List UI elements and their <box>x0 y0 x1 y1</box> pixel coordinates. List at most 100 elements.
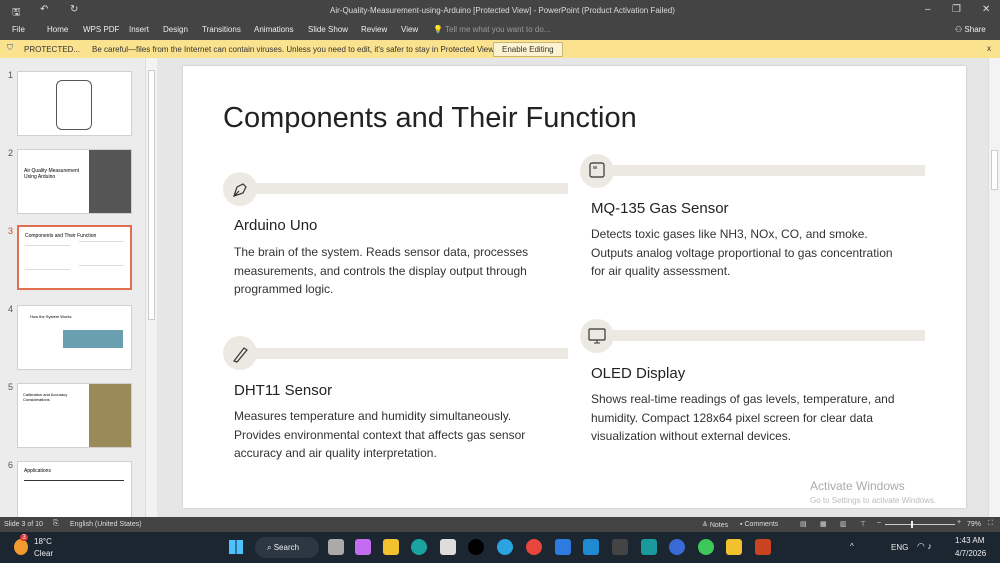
tab-view[interactable]: View <box>401 25 418 34</box>
app-icon[interactable] <box>612 539 628 555</box>
thumb-number: 3 <box>8 226 14 236</box>
slide-canvas: Components and Their Function Arduino Un… <box>183 66 966 508</box>
redo-icon[interactable]: ↻ <box>70 4 78 15</box>
app-icon[interactable] <box>669 539 685 555</box>
share-label: Share <box>964 25 986 34</box>
tab-animations[interactable]: Animations <box>254 25 294 34</box>
input-language[interactable]: ENG <box>891 543 908 552</box>
chrome-icon[interactable] <box>526 539 542 555</box>
notes-button[interactable]: ≜ Notes <box>702 521 728 529</box>
card-body: Measures temperature and humidity simult… <box>234 409 526 460</box>
protected-label: PROTECTED... <box>24 45 81 54</box>
thumb-title: Calibration and Accuracy Considerations <box>23 392 68 402</box>
fit-slide-icon[interactable]: ⛶ <box>988 520 993 528</box>
tray-chevron-icon[interactable]: ^ <box>850 542 854 551</box>
arduino-icon[interactable] <box>641 539 657 555</box>
wifi-volume-icon[interactable]: ◠ ♪ <box>917 541 932 552</box>
tab-wps-pdf[interactable]: WPS PDF <box>83 25 119 34</box>
zoom-slider[interactable] <box>885 521 955 528</box>
tab-insert[interactable]: Insert <box>129 25 149 34</box>
weather-icon[interactable] <box>14 539 28 555</box>
minimize-button[interactable]: – <box>925 4 931 15</box>
file-explorer-icon[interactable] <box>383 539 399 555</box>
slide-title: Components and Their Function <box>223 102 637 134</box>
thumb-number: 4 <box>8 304 14 314</box>
zoom-out-button[interactable]: – <box>877 519 881 526</box>
zoom-level[interactable]: 79% <box>967 521 981 528</box>
start-button[interactable] <box>229 540 243 554</box>
card-heading: OLED Display <box>591 365 686 382</box>
comments-label: Comments <box>744 521 779 528</box>
restore-button[interactable]: ❐ <box>952 4 961 15</box>
temperature: 18°C <box>34 537 52 546</box>
tab-design[interactable]: Design <box>163 25 188 34</box>
tell-me-placeholder: Tell me what you want to do... <box>445 25 551 34</box>
copilot-icon[interactable] <box>355 539 371 555</box>
shield-icon: ⛉ <box>7 43 13 52</box>
thermometer-icon <box>223 336 257 370</box>
card-heading: MQ-135 Gas Sensor <box>591 200 729 217</box>
activate-windows-watermark: Activate Windows <box>810 479 905 493</box>
spellcheck-icon[interactable]: ⎘ <box>53 520 59 528</box>
tab-file[interactable]: File <box>12 25 25 34</box>
zoom-in-button[interactable]: + <box>957 519 961 526</box>
language-status[interactable]: English (United States) <box>70 521 142 528</box>
slide-thumbnails-pane: 1 2 Air Quality Measurement Using Arduin… <box>0 58 145 526</box>
slideshow-icon[interactable]: ⊤ <box>860 520 866 528</box>
slide-thumbnail-4[interactable]: How the System Works <box>17 305 132 370</box>
edge-icon[interactable] <box>411 539 427 555</box>
lightbulb-icon: 💡 <box>433 25 443 34</box>
search-box[interactable]: ⌕ Search <box>255 537 319 558</box>
enable-editing-button[interactable]: Enable Editing <box>493 42 563 57</box>
vscode-icon[interactable] <box>583 539 599 555</box>
normal-view-icon[interactable]: ▤ <box>800 520 807 528</box>
store-icon[interactable] <box>440 539 456 555</box>
share-button[interactable]: ⚇ Share <box>955 25 986 34</box>
weather-badge: 3 <box>20 534 28 541</box>
close-button[interactable]: ✕ <box>982 4 990 15</box>
slide-thumbnail-1[interactable] <box>17 71 132 136</box>
task-view-icon[interactable] <box>328 539 344 555</box>
reading-view-icon[interactable]: ▥ <box>840 520 847 528</box>
protected-view-bar: ⛉ PROTECTED... Be careful—files from the… <box>0 40 1000 58</box>
tab-transitions[interactable]: Transitions <box>202 25 241 34</box>
clock-date[interactable]: 4/7/2026 <box>955 549 986 558</box>
app-icon[interactable] <box>555 539 571 555</box>
protected-message: Be careful—files from the Internet can c… <box>92 45 496 54</box>
telegram-icon[interactable] <box>497 539 513 555</box>
slide-thumbnail-5[interactable]: Calibration and Accuracy Considerations <box>17 383 132 448</box>
slide-thumbnail-2[interactable]: Air Quality Measurement Using Arduino <box>17 149 132 214</box>
card-divider <box>597 330 925 341</box>
powerpoint-icon[interactable] <box>755 539 771 555</box>
whatsapp-icon[interactable] <box>698 539 714 555</box>
tab-slide-show[interactable]: Slide Show <box>308 25 348 34</box>
clock-time[interactable]: 1:43 AM <box>955 536 984 545</box>
undo-icon[interactable]: ↶ <box>40 4 48 15</box>
power-bi-icon[interactable] <box>726 539 742 555</box>
weather-condition: Clear <box>34 549 54 558</box>
save-icon[interactable]: 🖫 <box>12 5 21 22</box>
comments-button[interactable]: ▪ Comments <box>740 521 778 528</box>
thumbnails-scrollbar[interactable] <box>145 58 157 517</box>
card-body: The brain of the system. Reads sensor da… <box>234 245 529 296</box>
tab-review[interactable]: Review <box>361 25 387 34</box>
tiktok-icon[interactable] <box>468 539 484 555</box>
slide-scrollbar[interactable] <box>988 58 1000 517</box>
activate-windows-hint: Go to Settings to activate Windows. <box>810 496 937 505</box>
window-title: Air-Quality-Measurement-using-Arduino [P… <box>330 6 675 15</box>
sensor-icon <box>580 154 614 188</box>
thumb-title: Components and Their Function <box>25 233 97 239</box>
slide-thumbnail-3[interactable]: Components and Their Function <box>17 225 132 290</box>
card-divider <box>597 165 925 176</box>
tell-me-input[interactable]: 💡 Tell me what you want to do... <box>433 25 550 34</box>
thumb-title: Air Quality Measurement Using Arduino <box>24 168 80 180</box>
slide-counter: Slide 3 of 10 <box>4 521 43 528</box>
card-heading: DHT11 Sensor <box>234 382 333 399</box>
close-bar-button[interactable]: x <box>987 44 991 53</box>
thumb-number: 5 <box>8 382 14 392</box>
thumb-number: 1 <box>8 70 14 80</box>
search-icon: ⌕ <box>267 543 272 552</box>
tab-home[interactable]: Home <box>47 25 68 34</box>
slide-sorter-icon[interactable]: ▦ <box>820 520 827 528</box>
card-divider <box>240 348 568 359</box>
